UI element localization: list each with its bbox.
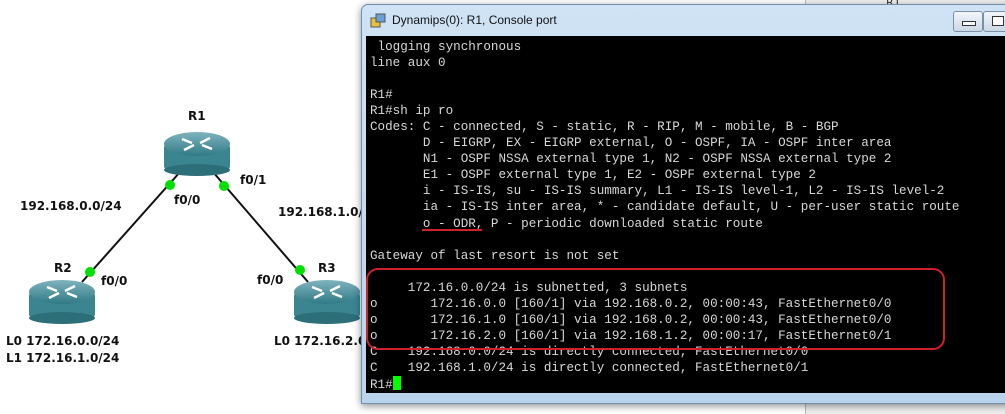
console-line: Codes: C - connected, S - static, R - RI… [370, 120, 839, 135]
console-line: D - EIGRP, EX - EIGRP external, O - OSPF… [370, 136, 892, 151]
link-status-dot [219, 181, 229, 191]
router-r1-label: R1 [188, 109, 206, 123]
odr-routes-highlight-box [366, 268, 945, 350]
r2-loopback-1: L1 172.16.1.0/24 [6, 351, 120, 365]
console-line: N1 - OSPF NSSA external type 1, N2 - OSP… [370, 152, 892, 167]
network-label-1: 192.168.0.0/24 [20, 199, 122, 213]
minimize-button[interactable] [953, 11, 983, 32]
r3-loopback-0: L0 172.16.2.0 [274, 334, 367, 348]
minimize-icon [962, 21, 976, 26]
router-r2-icon[interactable] [27, 278, 97, 326]
network-label-2: 192.168.1.0/ [278, 205, 363, 219]
console-line: C 192.168.1.0/24 is directly connected, … [370, 360, 809, 375]
router-r1-icon[interactable] [162, 130, 232, 178]
console-window[interactable]: Dynamips(0): R1, Console port logging sy… [361, 4, 1005, 404]
console-line: R1# [370, 88, 393, 103]
console-line: ia - IS-IS inter area, * - candidate def… [370, 200, 960, 215]
maximize-icon [992, 16, 1004, 26]
console-terminal[interactable]: logging synchronous line aux 0 R1# R1#sh… [366, 36, 1005, 393]
console-line: line aux 0 [370, 56, 446, 71]
r2-f00-label: f0/0 [101, 274, 128, 288]
console-line: Gateway of last resort is not set [370, 248, 620, 263]
link-status-dot [295, 265, 305, 275]
link-status-dot [85, 267, 95, 277]
link-r1-r2[interactable] [81, 171, 181, 283]
title-bar[interactable]: Dynamips(0): R1, Console port [362, 5, 1005, 36]
router-r3-icon[interactable] [292, 278, 362, 326]
odr-underline-annotation [422, 229, 482, 231]
r1-f01-label: f0/1 [240, 173, 267, 187]
console-line: E1 - OSPF external type 1, E2 - OSPF ext… [370, 168, 816, 183]
console-line: logging synchronous [370, 40, 522, 54]
r3-f00-label: f0/0 [257, 273, 284, 287]
cursor [392, 375, 401, 390]
maximize-button[interactable] [983, 11, 1005, 32]
router-r2-label: R2 [54, 261, 72, 275]
window-title: Dynamips(0): R1, Console port [392, 13, 557, 27]
link-status-dot [165, 180, 175, 190]
console-app-icon [370, 13, 386, 28]
r1-f00-label: f0/0 [174, 193, 201, 207]
console-line: i - IS-IS, su - IS-IS summary, L1 - IS-I… [370, 184, 945, 199]
r2-loopback-0: L0 172.16.0.0/24 [6, 334, 120, 348]
console-prompt: R1# [370, 377, 393, 392]
console-line: R1#sh ip ro [370, 104, 454, 119]
router-r3-label: R3 [318, 261, 336, 275]
